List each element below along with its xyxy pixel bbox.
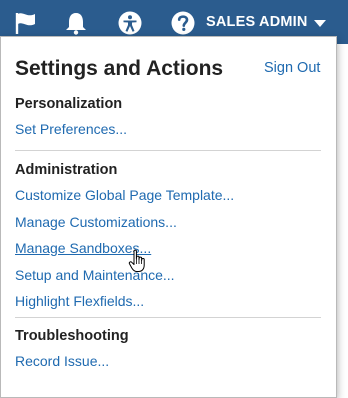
section-title: Personalization <box>15 96 123 112</box>
set-preferences-link[interactable]: Set Preferences... <box>15 120 127 138</box>
accessibility-icon[interactable] <box>117 10 143 36</box>
customize-global-page-template-link[interactable]: Customize Global Page Template... <box>15 186 234 204</box>
hand-pointer-icon <box>128 249 148 273</box>
manage-customizations-link[interactable]: Manage Customizations... <box>15 213 177 231</box>
settings-actions-menu: Settings and Actions Sign Out Personaliz… <box>0 36 337 398</box>
section-troubleshooting: Troubleshooting Record Issue... <box>15 328 321 379</box>
highlight-flexfields-link[interactable]: Highlight Flexfields... <box>15 292 144 310</box>
sign-out-link[interactable]: Sign Out <box>264 60 320 76</box>
record-issue-link[interactable]: Record Issue... <box>15 352 109 370</box>
chevron-down-icon <box>313 19 326 27</box>
section-title: Administration <box>15 162 118 178</box>
setup-and-maintenance-link[interactable]: Setup and Maintenance... <box>15 266 175 284</box>
menu-title: Settings and Actions <box>15 57 224 80</box>
section-personalization: Personalization Set Preferences... <box>15 96 321 147</box>
bell-icon[interactable] <box>63 10 89 36</box>
flag-icon[interactable] <box>13 10 39 36</box>
section-administration: Administration Customize Global Page Tem… <box>15 162 321 319</box>
section-title: Troubleshooting <box>15 328 129 344</box>
help-icon[interactable] <box>170 10 196 36</box>
user-menu-label: SALES ADMIN <box>206 14 308 30</box>
divider <box>15 317 321 318</box>
divider <box>15 150 321 151</box>
